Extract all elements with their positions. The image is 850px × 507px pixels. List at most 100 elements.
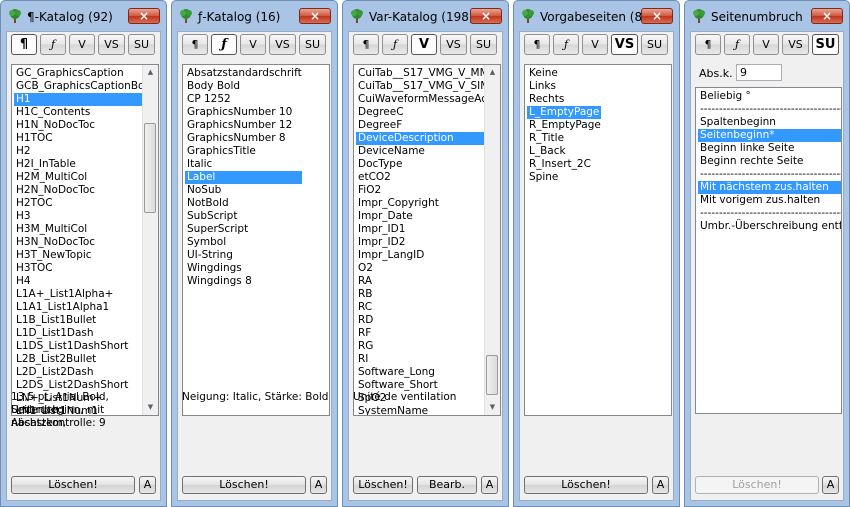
list-item[interactable]: Symbol	[185, 236, 302, 249]
list-item[interactable]: Mit vorigem zus.halten	[698, 194, 841, 207]
page-break-button[interactable]: SU	[299, 34, 326, 55]
list-item[interactable]: Beginn linke Seite	[698, 142, 841, 155]
variable-catalog-button[interactable]: V	[753, 34, 779, 55]
catalog-list[interactable]: CuiTab__S17_VMG_V_MMV CuiTab__S17_VMG_V_S…	[353, 64, 501, 416]
list-item[interactable]: CuiTab__S17_VMG_V_MMV	[356, 67, 497, 80]
list-item[interactable]: H2I_InTable	[14, 158, 154, 171]
list-item[interactable]: L2B_List2Bullet	[14, 353, 154, 366]
list-item[interactable]: H3	[14, 210, 154, 223]
list-item[interactable]: H3N_NoDocToc	[14, 236, 154, 249]
list-item[interactable]: H2N_NoDocToc	[14, 184, 154, 197]
master-pages-button[interactable]: VS	[611, 34, 638, 55]
scroll-up-arrow-icon[interactable]: ▲	[143, 65, 158, 80]
list-item[interactable]: H1C_Contents	[14, 106, 154, 119]
list-item[interactable]: Impr_Date	[356, 210, 497, 223]
master-pages-button[interactable]: VS	[269, 34, 296, 55]
list-item[interactable]: RD	[356, 314, 497, 327]
page-break-button[interactable]: SU	[128, 34, 155, 55]
list-item[interactable]: H3T_NewTopic	[14, 249, 154, 262]
list-item[interactable]: CuiTab__S17_VMG_V_SIMV	[356, 80, 497, 93]
list-item[interactable]: RF	[356, 327, 497, 340]
paragraph-catalog-button[interactable]: ¶	[353, 34, 379, 55]
list-item[interactable]: Umbr.-Überschreibung entf.	[698, 220, 841, 233]
list-item[interactable]: Software_Long	[356, 366, 497, 379]
font-catalog-button[interactable]: ƒ	[382, 34, 408, 55]
list-item[interactable]: R_Insert_2C	[527, 158, 601, 171]
list-item[interactable]: SystemName	[356, 405, 497, 415]
variable-catalog-button[interactable]: V	[582, 34, 608, 55]
list-item[interactable]: O2	[356, 262, 497, 275]
scroll-thumb[interactable]	[486, 355, 498, 395]
catalog-list[interactable]: Keine Links Rechts L_EmptyPage R_EmptyPage R_…	[524, 64, 672, 416]
list-item[interactable]: GraphicsNumber 10	[185, 106, 302, 119]
list-item[interactable]: GC_GraphicsCaption	[14, 67, 154, 80]
apply-button[interactable]: A	[310, 476, 327, 494]
list-item[interactable]: RG	[356, 340, 497, 353]
list-item[interactable]: GCB_GraphicsCaptionBold	[14, 80, 154, 93]
scroll-thumb[interactable]	[144, 123, 156, 213]
title-bar[interactable]: ¶-Katalog (92) ×	[1, 1, 166, 31]
title-bar[interactable]: Vorgabeseiten (8) ×	[514, 1, 679, 31]
list-item[interactable]: L2D_List2Dash	[14, 366, 154, 379]
page-break-button[interactable]: SU	[812, 34, 839, 55]
list-item[interactable]: R_EmptyPage	[527, 119, 601, 132]
list-item[interactable]: Beliebig °	[698, 90, 841, 103]
list-item[interactable]: Impr_Copyright	[356, 197, 497, 210]
master-pages-button[interactable]: VS	[98, 34, 125, 55]
list-item[interactable]: Absatzstandardschrift	[185, 67, 302, 80]
list-item[interactable]: NoSub	[185, 184, 302, 197]
apply-button[interactable]: A	[481, 476, 498, 494]
font-catalog-button[interactable]: ƒ	[40, 34, 66, 55]
list-item[interactable]: Impr_ID2	[356, 236, 497, 249]
list-item[interactable]: Keine	[527, 67, 601, 80]
list-item[interactable]: Impr_ID1	[356, 223, 497, 236]
list-item[interactable]: L1B_List1Bullet	[14, 314, 154, 327]
list-item[interactable]: Mit nächstem zus.halten	[698, 181, 841, 194]
list-item[interactable]: RI	[356, 353, 497, 366]
list-item[interactable]: Seitenbeginn*	[698, 129, 841, 142]
delete-button[interactable]: Löschen!	[11, 476, 135, 494]
variable-catalog-button[interactable]: V	[240, 34, 266, 55]
list-item[interactable]: DeviceDescription	[356, 132, 498, 145]
list-item[interactable]: DeviceName	[356, 145, 497, 158]
paragraph-catalog-button[interactable]: ¶	[695, 34, 721, 55]
list-item[interactable]: UI-String	[185, 249, 302, 262]
vertical-scrollbar[interactable]: ▲ ▼	[142, 65, 158, 415]
variable-catalog-button[interactable]: V	[411, 34, 437, 55]
list-item[interactable]: FiO2	[356, 184, 497, 197]
list-item[interactable]: H2TOC	[14, 197, 154, 210]
list-item[interactable]: RC	[356, 301, 497, 314]
list-item[interactable]: H3TOC	[14, 262, 154, 275]
list-item[interactable]: RB	[356, 288, 497, 301]
list-item[interactable]: H1TOC	[14, 132, 154, 145]
close-button[interactable]: ×	[811, 8, 843, 24]
scroll-down-arrow-icon[interactable]: ▼	[485, 400, 500, 415]
font-catalog-button[interactable]: ƒ	[553, 34, 579, 55]
list-item[interactable]: RA	[356, 275, 497, 288]
list-item[interactable]: GraphicsNumber 8	[185, 132, 302, 145]
list-item[interactable]: R_Title	[527, 132, 601, 145]
absk-input[interactable]: 9	[736, 64, 782, 81]
list-item[interactable]: DegreeF	[356, 119, 497, 132]
delete-button[interactable]: Löschen!	[353, 476, 413, 494]
catalog-list[interactable]: GC_GraphicsCaption GCB_GraphicsCaptionBol…	[11, 64, 159, 416]
paragraph-catalog-button[interactable]: ¶	[182, 34, 208, 55]
catalog-list[interactable]: Beliebig ° ------------------------------…	[695, 87, 842, 414]
close-button[interactable]: ×	[641, 8, 673, 24]
delete-button[interactable]: Löschen!	[182, 476, 306, 494]
list-item[interactable]: L1A1_List1Alpha1	[14, 301, 154, 314]
font-catalog-button[interactable]: ƒ	[211, 34, 237, 55]
list-item[interactable]: Body Bold	[185, 80, 302, 93]
catalog-list[interactable]: Absatzstandardschrift Body Bold CP 1252 Gra…	[182, 64, 330, 416]
list-item[interactable]: Spaltenbeginn	[698, 116, 841, 129]
master-pages-button[interactable]: VS	[440, 34, 467, 55]
list-item[interactable]: Impr_LangID	[356, 249, 497, 262]
vertical-scrollbar[interactable]: ▲ ▼	[484, 65, 500, 415]
list-item[interactable]: Rechts	[527, 93, 601, 106]
list-item[interactable]: Label	[185, 171, 302, 184]
title-bar[interactable]: Seitenumbruch ×	[685, 1, 849, 31]
list-item[interactable]: L1DS_List1DashShort	[14, 340, 154, 353]
list-item[interactable]: L1A+_List1Alpha+	[14, 288, 154, 301]
list-item[interactable]: CP 1252	[185, 93, 302, 106]
list-item[interactable]: H4	[14, 275, 154, 288]
